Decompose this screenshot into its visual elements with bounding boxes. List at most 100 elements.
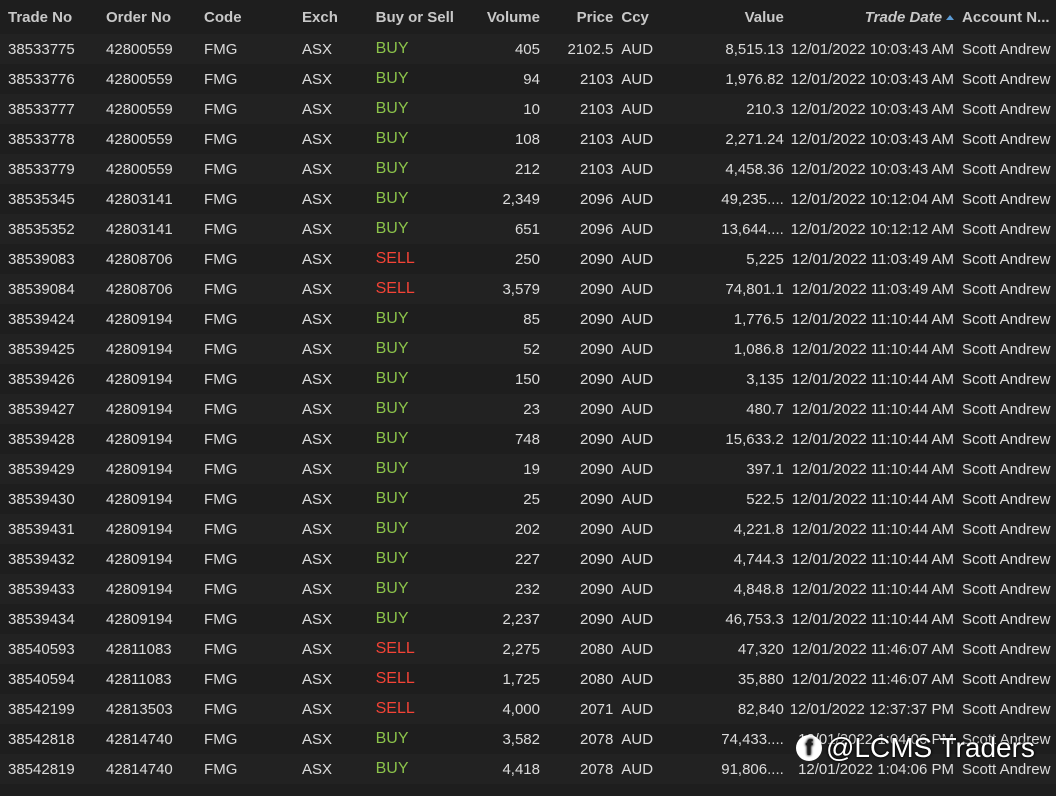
cell-exch: ASX [302, 250, 333, 268]
cell-value: 82,840 [737, 700, 784, 718]
cell-order-no: 42809194 [106, 460, 173, 478]
cell-buy-or-sell: SELL [375, 640, 415, 657]
table-row[interactable]: 38539432 42809194 FMG ASX BUY 227 2090 AUD 4,744… [0, 544, 1056, 574]
cell-trade-date: 12/01/2022 11:10:44 AM [791, 520, 955, 538]
watermark-text: @LCMS Traders [826, 732, 1035, 763]
cell-trade-date: 12/01/2022 10:03:43 AM [790, 130, 955, 148]
cell-code: FMG [204, 550, 238, 568]
cell-volume: 748 [514, 430, 540, 448]
cell-value: 35,880 [737, 670, 784, 688]
cell-buy-or-sell: BUY [375, 100, 409, 117]
column-header-volume[interactable]: Volume [475, 9, 540, 26]
table-row[interactable]: 38535345 42803141 FMG ASX BUY 2,349 2096 AUD 49,… [0, 184, 1056, 214]
cell-order-no: 42809194 [106, 520, 173, 538]
table-row[interactable]: 38533775 42800559 FMG ASX BUY 405 2102.5 AUD 8,5… [0, 34, 1056, 64]
column-header-exch[interactable]: Exch [294, 9, 368, 26]
table-row[interactable]: 38539084 42808706 FMG ASX SELL 3,579 2090 AUD 74… [0, 274, 1056, 304]
table-row[interactable]: 38539427 42809194 FMG ASX BUY 23 2090 AUD 480.7 1… [0, 394, 1056, 424]
cell-volume: 85 [523, 310, 540, 328]
cell-price: 2090 [580, 550, 614, 568]
column-header-ccy[interactable]: Ccy [613, 9, 670, 26]
cell-trade-date: 12/01/2022 12:37:37 PM [789, 700, 955, 718]
cell-trade-date: 12/01/2022 11:10:44 AM [791, 460, 955, 478]
cell-trade-no: 38539425 [8, 340, 75, 358]
cell-code: FMG [204, 580, 238, 598]
column-header-account-name[interactable]: Account N... [958, 9, 1056, 26]
cell-buy-or-sell: BUY [375, 190, 409, 207]
cell-trade-no: 38539427 [8, 400, 75, 418]
cell-account-name: Scott Andrew [962, 40, 1051, 58]
table-row[interactable]: 38535352 42803141 FMG ASX BUY 651 2096 AUD 13,64… [0, 214, 1056, 244]
column-header-code[interactable]: Code [196, 9, 294, 26]
cell-ccy: AUD [621, 190, 654, 208]
cell-trade-no: 38535345 [8, 190, 75, 208]
cell-code: FMG [204, 760, 238, 778]
cell-code: FMG [204, 490, 238, 508]
table-row[interactable]: 38533776 42800559 FMG ASX BUY 94 2103 AUD 1,976.… [0, 64, 1056, 94]
cell-ccy: AUD [621, 520, 654, 538]
cell-trade-no: 38539433 [8, 580, 75, 598]
cell-value: 4,848.8 [733, 580, 784, 598]
table-row[interactable]: 38539429 42809194 FMG ASX BUY 19 2090 AUD 397.1 1… [0, 454, 1056, 484]
table-row[interactable]: 38540593 42811083 FMG ASX SELL 2,275 2080 AUD 47… [0, 634, 1056, 664]
table-row[interactable]: 38539424 42809194 FMG ASX BUY 85 2090 AUD 1,776.… [0, 304, 1056, 334]
cell-exch: ASX [302, 730, 333, 748]
cell-price: 2090 [580, 610, 614, 628]
cell-ccy: AUD [621, 610, 654, 628]
cell-volume: 150 [514, 370, 540, 388]
cell-trade-no: 38539429 [8, 460, 75, 478]
cell-exch: ASX [302, 640, 333, 658]
cell-code: FMG [204, 370, 238, 388]
cell-volume: 405 [514, 40, 540, 58]
column-header-price[interactable]: Price [540, 9, 614, 26]
cell-ccy: AUD [621, 400, 654, 418]
cell-exch: ASX [302, 580, 333, 598]
cell-volume: 651 [514, 220, 540, 238]
table-row[interactable]: 38533779 42800559 FMG ASX BUY 212 2103 AUD 4,458… [0, 154, 1056, 184]
cell-value: 522.5 [746, 490, 784, 508]
cell-account-name: Scott Andrew [962, 190, 1051, 208]
cell-account-name: Scott Andrew [962, 340, 1051, 358]
cell-price: 2090 [580, 460, 614, 478]
cell-account-name: Scott Andrew [962, 490, 1051, 508]
column-header-value[interactable]: Value [670, 9, 784, 26]
cell-trade-date: 12/01/2022 11:46:07 AM [791, 670, 955, 688]
table-row[interactable]: 38539433 42809194 FMG ASX BUY 232 2090 AUD 4,848… [0, 574, 1056, 604]
cell-code: FMG [204, 220, 238, 238]
table-row[interactable]: 38539430 42809194 FMG ASX BUY 25 2090 AUD 522.5 1… [0, 484, 1056, 514]
cell-value: 74,801.1 [725, 280, 784, 298]
column-header-order-no[interactable]: Order No [98, 9, 196, 26]
table-row[interactable]: 38533777 42800559 FMG ASX BUY 10 2103 AUD 210.3 1… [0, 94, 1056, 124]
table-row[interactable]: 38539425 42809194 FMG ASX BUY 52 2090 AUD 1,086.… [0, 334, 1056, 364]
cell-trade-no: 38539431 [8, 520, 75, 538]
cell-code: FMG [204, 100, 238, 118]
cell-ccy: AUD [621, 250, 654, 268]
column-header-buy-or-sell[interactable]: Buy or Sell [368, 9, 476, 26]
cell-buy-or-sell: BUY [375, 70, 409, 87]
column-header-trade-no[interactable]: Trade No [0, 9, 98, 26]
table-row[interactable]: 38539431 42809194 FMG ASX BUY 202 2090 AUD 4,221… [0, 514, 1056, 544]
cell-volume: 212 [514, 160, 540, 178]
cell-trade-date: 12/01/2022 10:03:43 AM [790, 40, 955, 58]
table-row[interactable]: 38539426 42809194 FMG ASX BUY 150 2090 AUD 3,135… [0, 364, 1056, 394]
cell-order-no: 42800559 [106, 130, 173, 148]
table-row[interactable]: 38540594 42811083 FMG ASX SELL 1,725 2080 AUD 35… [0, 664, 1056, 694]
cell-account-name: Scott Andrew [962, 430, 1051, 448]
cell-trade-date: 12/01/2022 11:03:49 AM [791, 250, 955, 268]
cell-ccy: AUD [621, 580, 654, 598]
cell-buy-or-sell: BUY [375, 310, 409, 327]
table-row[interactable]: 38533778 42800559 FMG ASX BUY 108 2103 AUD 2,271… [0, 124, 1056, 154]
cell-order-no: 42809194 [106, 340, 173, 358]
cell-buy-or-sell: BUY [375, 340, 409, 357]
column-header-trade-date[interactable]: Trade Date [784, 9, 958, 26]
cell-trade-date: 12/01/2022 11:10:44 AM [791, 610, 955, 628]
table-row[interactable]: 38542199 42813503 FMG ASX SELL 4,000 2071 AUD 82… [0, 694, 1056, 724]
table-row[interactable]: 38539428 42809194 FMG ASX BUY 748 2090 AUD 15,63… [0, 424, 1056, 454]
cell-account-name: Scott Andrew [962, 580, 1051, 598]
table-row[interactable]: 38539083 42808706 FMG ASX SELL 250 2090 AUD 5,22… [0, 244, 1056, 274]
cell-ccy: AUD [621, 40, 654, 58]
table-row[interactable]: 38539434 42809194 FMG ASX BUY 2,237 2090 AUD 46,… [0, 604, 1056, 634]
cell-exch: ASX [302, 280, 333, 298]
cell-exch: ASX [302, 310, 333, 328]
cell-trade-date: 12/01/2022 11:10:44 AM [791, 400, 955, 418]
